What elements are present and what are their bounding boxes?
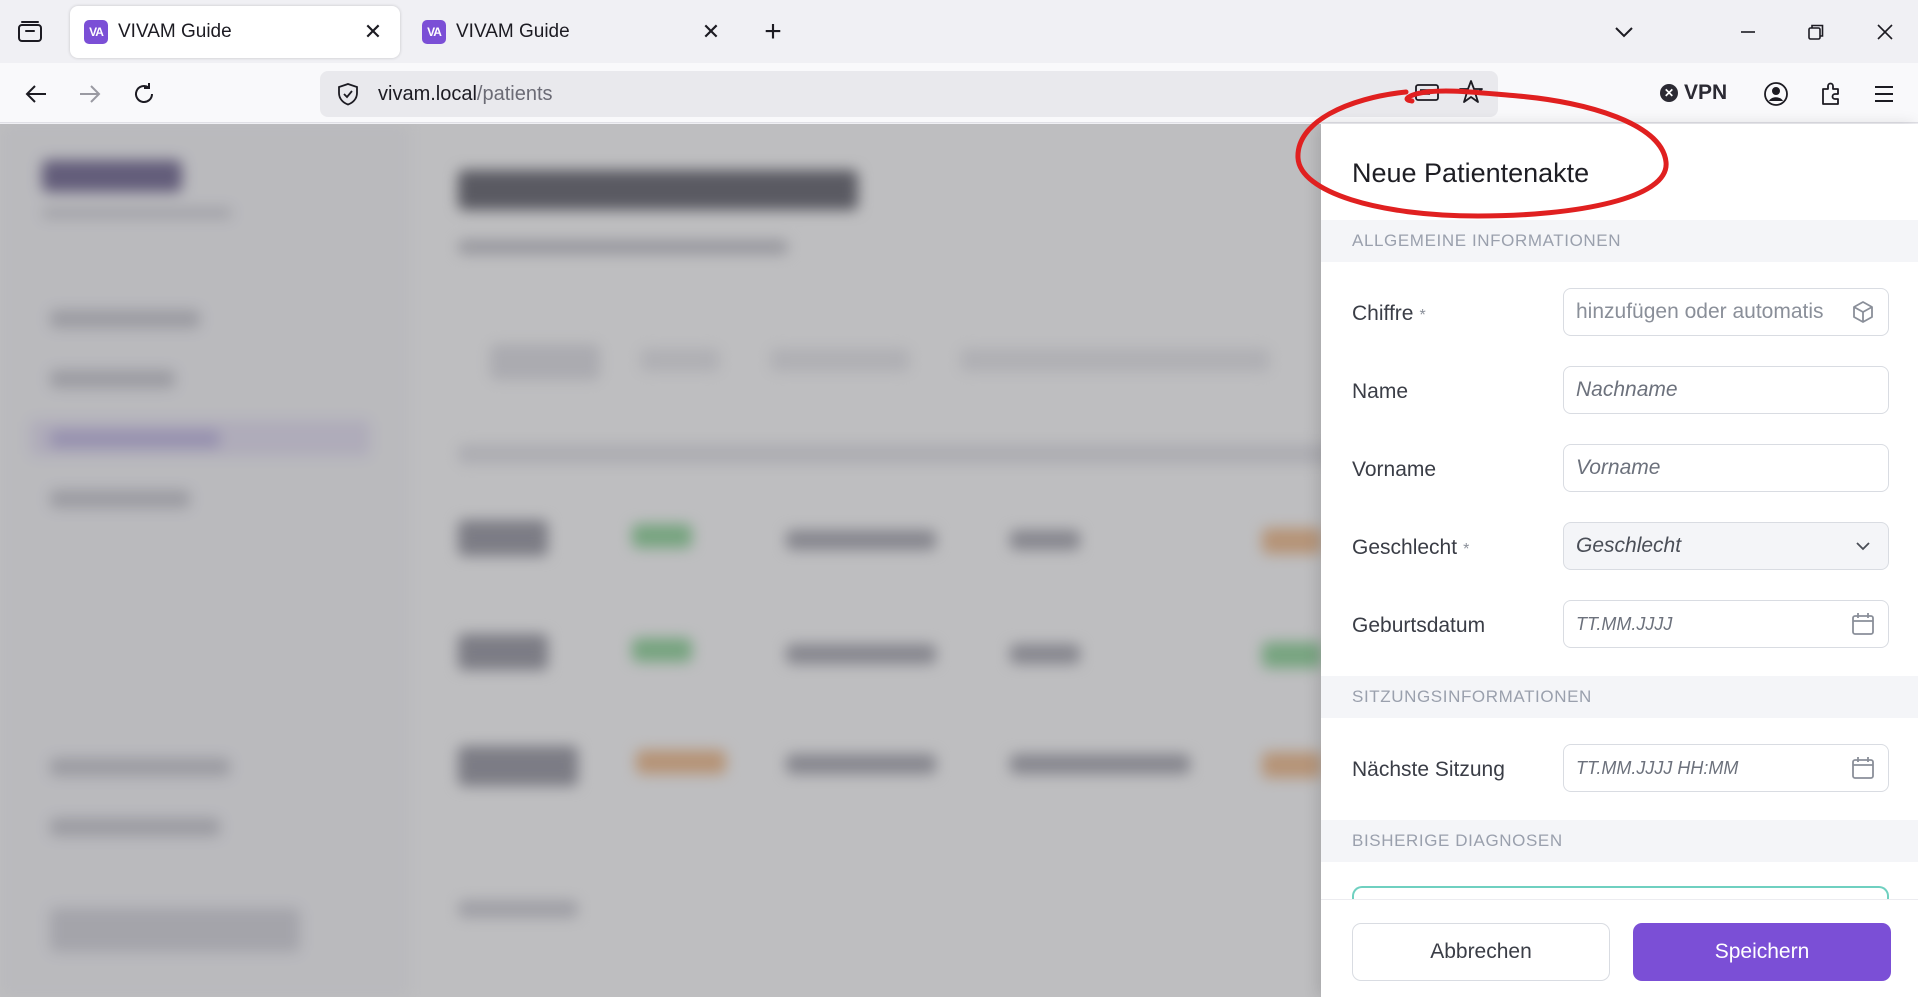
close-window-icon[interactable] <box>1863 12 1907 52</box>
first-name-input[interactable]: Vorname <box>1563 444 1889 492</box>
gender-select[interactable]: Geschlecht <box>1563 522 1889 570</box>
form-row-geburtsdatum: Geburtsdatum TT.MM.JJJJ <box>1321 600 1918 650</box>
new-tab-button[interactable]: + <box>755 14 791 50</box>
back-arrow-icon[interactable] <box>16 75 56 113</box>
required-marker: * <box>1419 307 1426 324</box>
account-icon[interactable] <box>1756 75 1796 113</box>
generate-cube-icon[interactable] <box>1850 299 1876 325</box>
reload-icon[interactable] <box>124 75 164 113</box>
forward-arrow-icon[interactable] <box>70 75 110 113</box>
calendar-icon[interactable] <box>1850 611 1876 637</box>
last-name-input[interactable]: Nachname <box>1563 366 1889 414</box>
form-row-chiffre: Chiffre * hinzufügen oder automatis <box>1321 288 1918 338</box>
tab-title: VIVAM Guide <box>118 21 232 42</box>
address-bar[interactable]: vivam.local/patients <box>320 71 1498 117</box>
field-label: Name <box>1352 380 1409 403</box>
close-tab-icon[interactable]: ✕ <box>698 19 724 45</box>
vpn-button[interactable]: ✕ VPN <box>1660 77 1727 109</box>
chiffre-input[interactable]: hinzufügen oder automatis <box>1563 288 1889 336</box>
close-tab-icon[interactable]: ✕ <box>360 19 386 45</box>
vpn-off-icon: ✕ <box>1660 84 1678 102</box>
birthdate-input[interactable]: TT.MM.JJJJ <box>1563 600 1889 648</box>
restore-window-icon[interactable] <box>1794 12 1838 52</box>
next-session-input[interactable]: TT.MM.JJJJ HH:MM <box>1563 744 1889 792</box>
save-button[interactable]: Speichern <box>1633 923 1891 981</box>
form-row-next-session: Nächste Sitzung TT.MM.JJJJ HH:MM <box>1321 744 1918 794</box>
url-path: /patients <box>476 82 553 105</box>
tab-list-icon[interactable] <box>12 16 48 48</box>
drawer-title: Neue Patientenakte <box>1352 158 1590 188</box>
reader-view-icon[interactable] <box>1414 79 1440 111</box>
vivam-logo-icon: VA <box>84 20 108 44</box>
form-row-name: Name Nachname <box>1321 366 1918 416</box>
field-label: Geburtsdatum <box>1352 614 1486 637</box>
required-marker: * <box>1463 541 1470 558</box>
new-patient-drawer: Neue Patientenakte ALLGEMEINE INFORMATIO… <box>1321 124 1918 997</box>
minimize-window-icon[interactable] <box>1726 12 1770 52</box>
tab-overflow-chevron-icon[interactable] <box>1602 12 1646 52</box>
browser-tab-active[interactable]: VA VIVAM Guide ✕ <box>70 6 400 58</box>
bookmark-star-icon[interactable] <box>1458 79 1484 111</box>
navigation-toolbar: vivam.local/patients ✕ VPN <box>0 63 1918 123</box>
url-host: vivam.local <box>378 82 477 105</box>
field-label: Vorname <box>1352 458 1437 481</box>
tab-title: VIVAM Guide <box>456 21 570 42</box>
section-header-general: ALLGEMEINE INFORMATIONEN <box>1321 220 1918 262</box>
form-row-vorname: Vorname Vorname <box>1321 444 1918 494</box>
field-label: Geschlecht * <box>1352 536 1470 559</box>
form-row-geschlecht: Geschlecht * Geschlecht <box>1321 522 1918 572</box>
field-label: Chiffre * <box>1352 302 1426 325</box>
shield-icon[interactable] <box>334 80 362 108</box>
extensions-icon[interactable] <box>1811 75 1851 113</box>
drawer-footer: Abbrechen Speichern <box>1321 899 1918 997</box>
section-header-diagnoses: BISHERIGE DIAGNOSEN <box>1321 820 1918 862</box>
section-header-session: SITZUNGSINFORMATIONEN <box>1321 676 1918 718</box>
calendar-icon[interactable] <box>1850 755 1876 781</box>
field-label: Nächste Sitzung <box>1352 758 1505 781</box>
vpn-label: VPN <box>1684 81 1728 104</box>
menu-hamburger-icon[interactable] <box>1864 75 1904 113</box>
vivam-logo-icon: VA <box>422 20 446 44</box>
tab-bar: VA VIVAM Guide ✕ VA VIVAM Guide ✕ + <box>0 0 1918 63</box>
cancel-button[interactable]: Abbrechen <box>1352 923 1610 981</box>
browser-tab[interactable]: VA VIVAM Guide ✕ <box>408 6 738 58</box>
chevron-down-icon <box>1850 533 1876 559</box>
